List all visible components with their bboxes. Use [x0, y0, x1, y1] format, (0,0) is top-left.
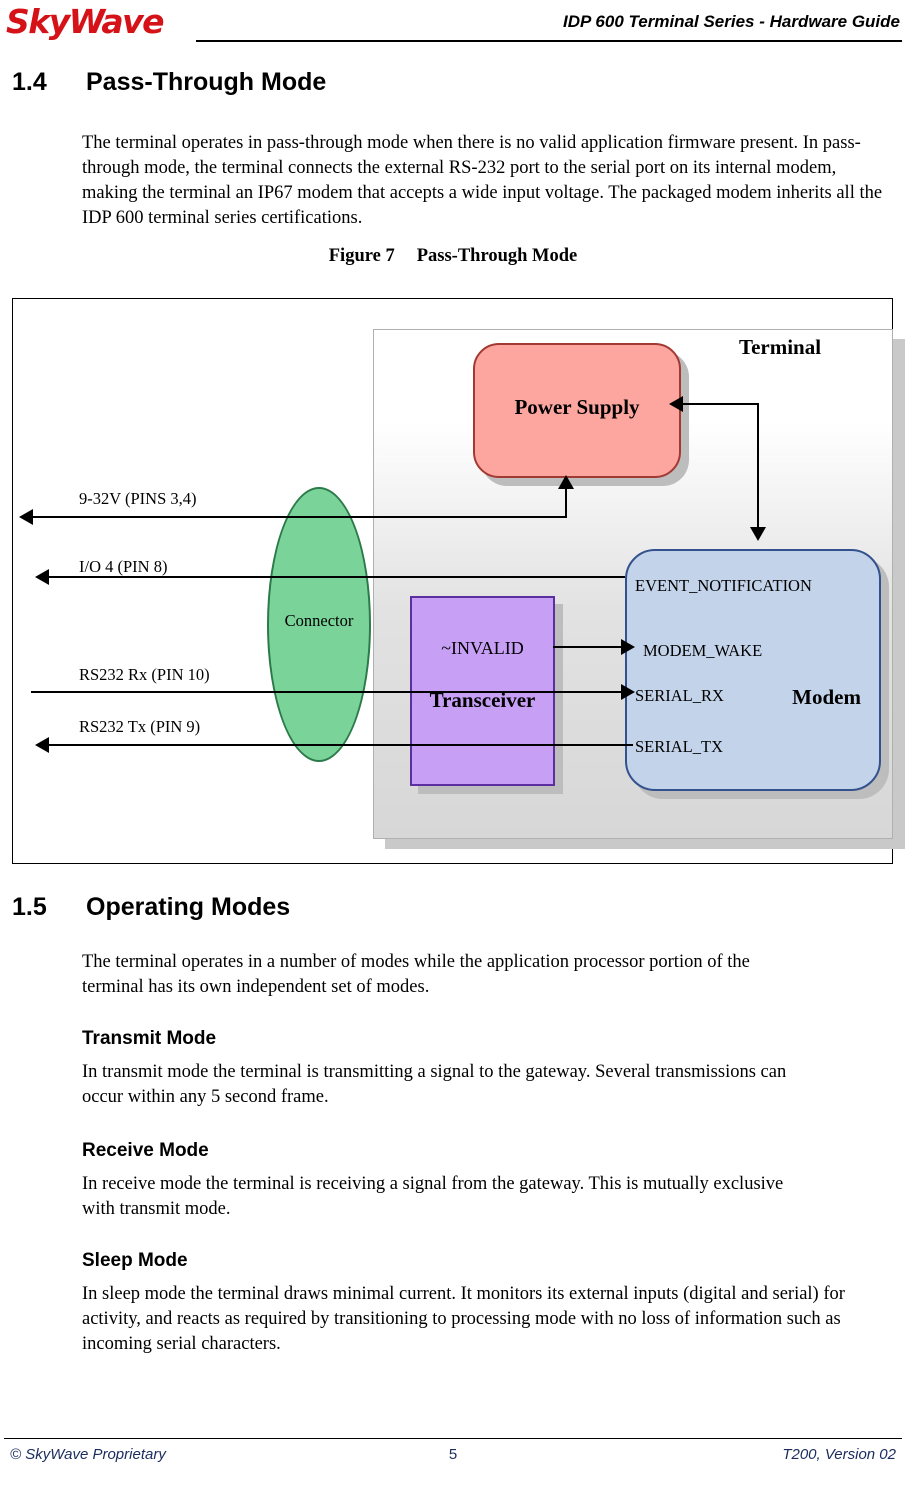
- arrow-serial-rx-right: [621, 684, 635, 700]
- figure-pass-through-mode: Terminal Power Supply Modem EVENT_NOTIFI…: [12, 298, 905, 864]
- modem-label: Modem: [792, 685, 861, 709]
- skywave-logo: SkyWave: [6, 2, 165, 41]
- logo-text: SkyWave: [6, 2, 165, 41]
- connector-ellipse: Connector: [267, 487, 371, 762]
- header-title: IDP 600 Terminal Series - Hardware Guide: [563, 12, 900, 31]
- section-1-5-title: Operating Modes: [86, 893, 291, 921]
- document-page: SkyWave IDP 600 Terminal Series - Hardwa…: [0, 0, 906, 1493]
- wire-power-horizontal: [31, 516, 567, 518]
- footer-right: T200, Version 02: [782, 1446, 896, 1463]
- section-1-4-heading: 1.4 Pass-Through Mode: [12, 68, 326, 97]
- section-1-5-number: 1.5: [12, 893, 47, 921]
- arrow-modem-down: [750, 527, 766, 541]
- sleep-mode-body: In sleep mode the terminal draws minimal…: [82, 1284, 845, 1354]
- arrow-modem-wake-right: [621, 639, 635, 655]
- receive-mode-heading: Receive Mode: [82, 1140, 209, 1161]
- modem-signal-modem-wake: MODEM_WAKE: [643, 641, 763, 660]
- pin-label-9-32v: 9-32V (PINS 3,4): [79, 489, 197, 508]
- modem-signal-serial-rx: SERIAL_RX: [635, 686, 724, 705]
- pin-label-io4: I/O 4 (PIN 8): [79, 557, 168, 576]
- power-supply-label: Power Supply: [514, 395, 640, 419]
- receive-mode-body: In receive mode the terminal is receivin…: [82, 1174, 784, 1219]
- terminal-label: Terminal: [739, 335, 822, 359]
- header-divider: [196, 40, 902, 42]
- pin-label-rs232-tx: RS232 Tx (PIN 9): [79, 717, 201, 736]
- connector-label: Connector: [284, 611, 354, 630]
- arrow-serial-tx-left: [35, 737, 49, 753]
- figure-caption-title: Pass-Through Mode: [416, 246, 578, 266]
- wire-rs232-tx: [47, 744, 633, 746]
- footer-divider: [4, 1438, 902, 1439]
- wire-ps-to-modem-horizontal: [681, 403, 759, 405]
- wire-rs232-rx: [31, 691, 633, 693]
- arrow-power-left: [19, 509, 33, 525]
- modem-signal-event-notification: EVENT_NOTIFICATION: [635, 576, 812, 595]
- transceiver-invalid-label: ~INVALID: [441, 638, 524, 658]
- section-1-4-body: The terminal operates in pass-through mo…: [82, 133, 883, 228]
- power-supply-block: Power Supply: [473, 343, 681, 478]
- transmit-mode-heading: Transmit Mode: [82, 1028, 217, 1049]
- arrow-ps-left: [669, 396, 683, 412]
- wire-power-vertical: [565, 487, 567, 518]
- pin-label-rs232-rx: RS232 Rx (PIN 10): [79, 665, 210, 684]
- section-1-4-title: Pass-Through Mode: [86, 68, 327, 96]
- section-1-5-body: The terminal operates in a number of mod…: [82, 952, 750, 997]
- arrow-power-up: [558, 475, 574, 489]
- arrow-io4-left: [35, 569, 49, 585]
- section-1-5-heading: 1.5 Operating Modes: [12, 893, 290, 922]
- sleep-mode-heading: Sleep Mode: [82, 1250, 188, 1271]
- modem-signal-serial-tx: SERIAL_TX: [635, 737, 723, 756]
- transmit-mode-body: In transmit mode the terminal is transmi…: [82, 1062, 787, 1107]
- wire-ps-to-modem-vertical: [757, 403, 759, 527]
- section-1-4-number: 1.4: [12, 68, 47, 96]
- wire-io4: [47, 576, 625, 578]
- footer-page-number: 5: [448, 1446, 458, 1463]
- figure-caption-label: Figure 7: [328, 246, 395, 266]
- modem-block: Modem EVENT_NOTIFICATION MODEM_WAKE SERI…: [625, 549, 881, 791]
- figure-caption: Figure 7 Pass-Through Mode: [0, 246, 906, 267]
- page-header: SkyWave IDP 600 Terminal Series - Hardwa…: [0, 0, 906, 44]
